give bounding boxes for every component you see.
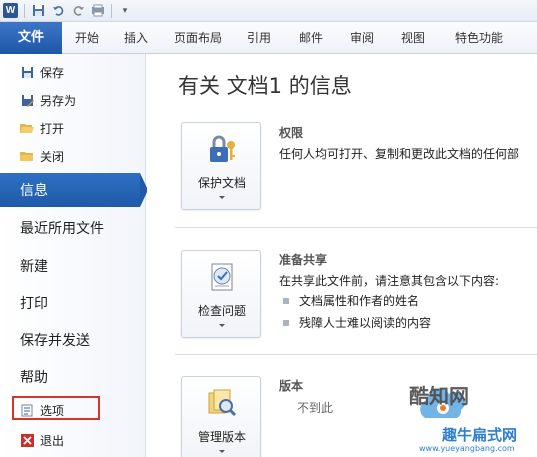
lock-key-icon [210, 135, 235, 162]
nav-recent[interactable]: 最近所用文件 [0, 211, 146, 245]
nav-print[interactable]: 打印 [0, 286, 146, 320]
nav-new[interactable]: 新建 [0, 249, 146, 283]
tab-mailings[interactable]: 邮件 [292, 22, 330, 54]
watermark-site: 趣牛扁式网 [442, 426, 518, 444]
nav-save-label: 保存 [40, 65, 65, 80]
nav-close[interactable]: 关闭 [0, 144, 146, 168]
word-logo-icon: W [3, 3, 18, 18]
tab-view[interactable]: 视图 [394, 22, 432, 54]
save-icon [20, 65, 34, 79]
list-item-label: 文档属性和作者的姓名 [299, 294, 420, 308]
check-for-issues-button[interactable]: 检查问题 [181, 250, 261, 338]
permissions-description: 任何人均可打开、复制和更改此文档的任何部 [279, 147, 520, 161]
share-description: 在共享此文件前，请注意其包含以下内容: [279, 274, 500, 288]
nav-save[interactable]: 保存 [0, 60, 146, 84]
save-icon[interactable] [31, 4, 45, 18]
nav-save-as[interactable]: 另存为 [0, 88, 146, 112]
manage-versions-label: 管理版本 [197, 430, 246, 444]
ribbon-tabs: 文件 开始 插入 页面布局 引用 邮件 审阅 视图 特色功能 [0, 22, 537, 54]
toolbar-divider [111, 3, 112, 18]
protect-document-button[interactable]: 保护文档 [181, 122, 261, 210]
nav-info[interactable]: 信息 [0, 173, 148, 207]
tab-page-layout[interactable]: 页面布局 [168, 22, 228, 54]
close-folder-icon [20, 149, 34, 163]
tab-special-features[interactable]: 特色功能 [448, 22, 510, 54]
section-divider [175, 354, 537, 355]
protect-document-label: 保护文档 [197, 176, 246, 190]
bullet-icon [283, 319, 289, 326]
watermark-url: www.yueyangbang.com [419, 444, 515, 453]
page-title: 有关 文档1 的信息 [178, 74, 352, 98]
check-for-issues-label: 检查问题 [197, 304, 246, 318]
nav-open-label: 打开 [40, 121, 65, 136]
versions-description: 不到此 [297, 401, 334, 415]
checklist-icon [211, 263, 233, 291]
tab-file[interactable]: 文件 [0, 22, 62, 54]
exit-icon [20, 433, 34, 447]
nav-save-send[interactable]: 保存并发送 [0, 323, 146, 357]
undo-icon[interactable] [51, 4, 65, 18]
share-title: 准备共享 [279, 253, 328, 267]
customize-toolbar-icon[interactable]: ▾ [118, 4, 132, 18]
nav-exit[interactable]: 退出 [0, 428, 146, 452]
info-panel: 有关 文档1 的信息 保护文档 权限 任何人均可打开、复制和更改此文档的任何部 … [147, 54, 537, 457]
nav-help[interactable]: 帮助 [0, 360, 146, 394]
tab-review[interactable]: 审阅 [343, 22, 381, 54]
save-as-icon [20, 93, 34, 107]
list-item: 残障人士难以阅读的内容 [283, 314, 431, 331]
list-item-label: 残障人士难以阅读的内容 [299, 316, 432, 330]
permissions-title: 权限 [279, 126, 304, 140]
manage-versions-button[interactable]: 管理版本 [181, 376, 261, 457]
versions-icon [208, 389, 237, 417]
chevron-down-icon [219, 450, 225, 453]
redo-icon[interactable] [71, 4, 85, 18]
backstage-nav: 保存 另存为 打开 关闭 信息 最近所用文件 新建 打印 保存并发送 帮助 选项… [0, 54, 148, 457]
list-item: 文档属性和作者的姓名 [283, 292, 419, 309]
tab-references[interactable]: 引用 [240, 22, 278, 54]
nav-open[interactable]: 打开 [0, 116, 146, 140]
chevron-down-icon [219, 196, 225, 199]
print-preview-icon[interactable] [91, 4, 105, 18]
versions-title: 版本 [279, 379, 304, 393]
bullet-icon [283, 297, 289, 304]
open-folder-icon [20, 121, 34, 135]
section-divider [175, 227, 537, 228]
options-highlight-box [12, 396, 100, 420]
chevron-down-icon [219, 324, 225, 327]
nav-exit-label: 退出 [40, 433, 65, 448]
watermark-brand: 酷知网 [409, 384, 469, 408]
nav-close-label: 关闭 [40, 149, 65, 164]
nav-save-as-label: 另存为 [40, 93, 77, 108]
toolbar-divider [24, 3, 25, 18]
tab-home[interactable]: 开始 [66, 22, 108, 54]
tab-insert[interactable]: 插入 [116, 22, 156, 54]
quick-access-toolbar: W ▾ [0, 0, 537, 22]
